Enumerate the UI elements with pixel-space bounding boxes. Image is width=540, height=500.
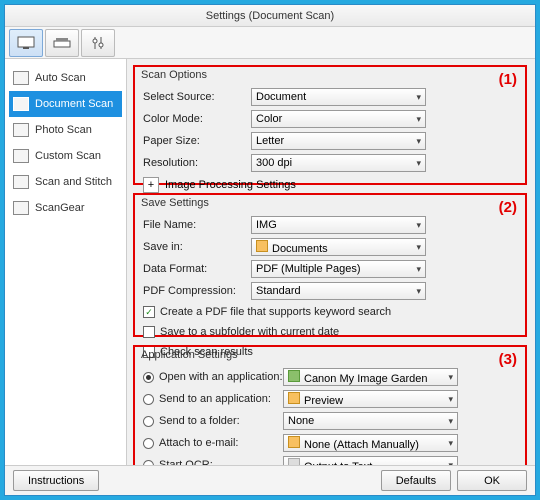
photo-scan-icon (13, 123, 29, 137)
chevron-down-icon: ▾ (448, 460, 453, 466)
pdf-compression-label: PDF Compression: (143, 285, 251, 297)
document-scan-icon (13, 97, 29, 111)
sidebar-item-auto-scan[interactable]: Auto Scan (9, 65, 122, 91)
chevron-down-icon: ▾ (416, 158, 421, 169)
sidebar-item-label: ScanGear (35, 202, 85, 214)
save-settings-group: (2) Save Settings File Name:IMG▾ Save in… (133, 193, 527, 337)
chevron-down-icon: ▾ (448, 372, 453, 383)
open-app-radio[interactable] (143, 372, 154, 383)
sidebar-item-label: Photo Scan (35, 124, 92, 136)
send-folder-radio[interactable] (143, 416, 154, 427)
ok-button[interactable]: OK (457, 470, 527, 491)
attach-email-label: Attach to e-mail: (159, 437, 283, 449)
select-source-dropdown[interactable]: Document▾ (251, 88, 426, 106)
app-icon (288, 370, 300, 382)
pdf-compression-dropdown[interactable]: Standard▾ (251, 282, 426, 300)
expand-image-processing[interactable]: + (143, 177, 159, 193)
resolution-label: Resolution: (143, 157, 251, 169)
defaults-button[interactable]: Defaults (381, 470, 451, 491)
chevron-down-icon: ▾ (416, 286, 421, 297)
window-title: Settings (Document Scan) (206, 10, 334, 22)
sidebar-item-custom-scan[interactable]: Custom Scan (9, 143, 122, 169)
mode-toolbar (5, 27, 535, 59)
data-format-label: Data Format: (143, 263, 251, 275)
save-in-label: Save in: (143, 241, 251, 253)
sidebar-item-scan-stitch[interactable]: Scan and Stitch (9, 169, 122, 195)
send-app-radio[interactable] (143, 394, 154, 405)
custom-scan-icon (13, 149, 29, 163)
scanner-icon (53, 36, 71, 50)
chevron-down-icon: ▾ (416, 136, 421, 147)
start-ocr-radio[interactable] (143, 460, 154, 466)
open-app-label: Open with an application: (159, 371, 283, 383)
send-folder-dropdown[interactable]: None▾ (283, 412, 458, 430)
sidebar-item-scangear[interactable]: ScanGear (9, 195, 122, 221)
sidebar: Auto Scan Document Scan Photo Scan Custo… (5, 59, 127, 465)
scan-from-computer-tab[interactable] (9, 29, 43, 57)
scan-options-group: (1) Scan Options Select Source:Document▾… (133, 65, 527, 185)
send-folder-label: Send to a folder: (159, 415, 283, 427)
titlebar: Settings (Document Scan) (5, 5, 535, 27)
content-area: Auto Scan Document Scan Photo Scan Custo… (5, 27, 535, 495)
sidebar-item-label: Custom Scan (35, 150, 101, 162)
color-mode-label: Color Mode: (143, 113, 251, 125)
text-icon (288, 458, 300, 466)
sidebar-item-label: Document Scan (35, 98, 113, 110)
application-settings-title: Application Settings (135, 347, 525, 361)
start-ocr-dropdown[interactable]: Output to Text▾ (283, 456, 458, 465)
color-mode-dropdown[interactable]: Color▾ (251, 110, 426, 128)
attach-email-radio[interactable] (143, 438, 154, 449)
send-app-label: Send to an application: (159, 393, 283, 405)
start-ocr-label: Start OCR: (159, 459, 283, 465)
save-settings-title: Save Settings (135, 195, 525, 209)
chevron-down-icon: ▾ (416, 92, 421, 103)
image-processing-label: Image Processing Settings (165, 179, 296, 191)
monitor-icon (17, 36, 35, 50)
scan-stitch-icon (13, 175, 29, 189)
chevron-down-icon: ▾ (416, 220, 421, 231)
chevron-down-icon: ▾ (416, 114, 421, 125)
chevron-down-icon: ▾ (416, 242, 421, 253)
sidebar-item-label: Scan and Stitch (35, 176, 112, 188)
sidebar-item-document-scan[interactable]: Document Scan (9, 91, 122, 117)
chevron-down-icon: ▾ (448, 416, 453, 427)
data-format-dropdown[interactable]: PDF (Multiple Pages)▾ (251, 260, 426, 278)
send-app-dropdown[interactable]: Preview▾ (283, 390, 458, 408)
scan-options-title: Scan Options (135, 67, 525, 81)
instructions-button[interactable]: Instructions (13, 470, 99, 491)
save-in-dropdown[interactable]: Documents▾ (251, 238, 426, 256)
keyword-search-checkbox[interactable]: ✓ (143, 306, 155, 318)
scan-from-device-tab[interactable] (45, 29, 79, 57)
settings-dialog: Settings (Document Scan) Auto Scan Docum… (4, 4, 536, 496)
folder-icon (288, 436, 300, 448)
footer: Instructions Defaults OK (5, 465, 535, 495)
main-panel: (1) Scan Options Select Source:Document▾… (127, 59, 535, 465)
keyword-search-label: Create a PDF file that supports keyword … (160, 306, 391, 318)
chevron-down-icon: ▾ (416, 264, 421, 275)
file-name-field[interactable]: IMG▾ (251, 216, 426, 234)
subfolder-label: Save to a subfolder with current date (160, 326, 339, 338)
subfolder-checkbox[interactable] (143, 326, 155, 338)
chevron-down-icon: ▾ (448, 394, 453, 405)
folder-icon (256, 240, 268, 252)
sidebar-item-photo-scan[interactable]: Photo Scan (9, 117, 122, 143)
folder-icon (288, 392, 300, 404)
select-source-label: Select Source: (143, 91, 251, 103)
paper-size-label: Paper Size: (143, 135, 251, 147)
body-row: Auto Scan Document Scan Photo Scan Custo… (5, 59, 535, 465)
preferences-tab[interactable] (81, 29, 115, 57)
file-name-label: File Name: (143, 219, 251, 231)
auto-scan-icon (13, 71, 29, 85)
application-settings-group: (3) Application Settings Open with an ap… (133, 345, 527, 465)
scangear-icon (13, 201, 29, 215)
sidebar-item-label: Auto Scan (35, 72, 86, 84)
resolution-dropdown[interactable]: 300 dpi▾ (251, 154, 426, 172)
sliders-icon (91, 36, 105, 50)
open-app-dropdown[interactable]: Canon My Image Garden▾ (283, 368, 458, 386)
chevron-down-icon: ▾ (448, 438, 453, 449)
attach-email-dropdown[interactable]: None (Attach Manually)▾ (283, 434, 458, 452)
paper-size-dropdown[interactable]: Letter▾ (251, 132, 426, 150)
